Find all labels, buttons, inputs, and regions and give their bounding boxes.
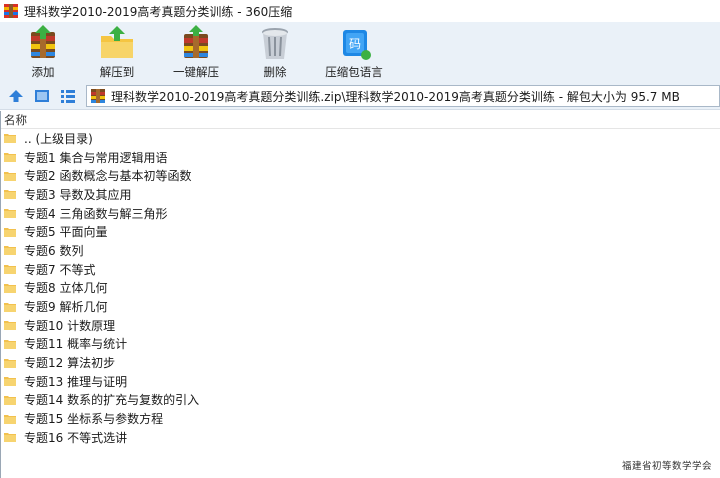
thumbnail-view-button[interactable] bbox=[32, 86, 52, 106]
folder-icon bbox=[4, 321, 16, 331]
folder-icon bbox=[4, 433, 16, 443]
folder-icon bbox=[4, 414, 16, 424]
window-title: 理科数学2010-2019高考真题分类训练 - 360压缩 bbox=[24, 4, 293, 19]
watermark-text: 福建省初等数学学会 bbox=[621, 461, 712, 472]
file-list: .. (上级目录) 专题1 集合与常用逻辑用语 专题2 函数概念与基本初等函数 … bbox=[0, 129, 720, 447]
folder-icon bbox=[4, 246, 16, 256]
list-item-name: 专题4 三角函数与解三角形 bbox=[24, 206, 168, 221]
up-arrow-icon bbox=[9, 89, 23, 102]
list-item[interactable]: 专题3 导数及其应用 bbox=[0, 185, 720, 204]
list-item[interactable]: 专题1 集合与常用逻辑用语 bbox=[0, 148, 720, 167]
list-view-icon bbox=[61, 89, 75, 103]
add-label: 添加 bbox=[31, 65, 55, 79]
column-header-name[interactable]: 名称 bbox=[0, 111, 720, 129]
list-item-name: 专题1 集合与常用逻辑用语 bbox=[24, 150, 168, 165]
folder-icon bbox=[4, 265, 16, 275]
add-icon bbox=[31, 25, 55, 58]
encoding-icon: 码 bbox=[343, 30, 371, 60]
list-item-name: 专题9 解析几何 bbox=[24, 300, 108, 315]
list-item[interactable]: 专题9 解析几何 bbox=[0, 297, 720, 316]
list-item[interactable]: 专题5 平面向量 bbox=[0, 222, 720, 241]
folder-icon bbox=[4, 283, 16, 293]
folder-icon bbox=[4, 339, 16, 349]
address-field[interactable]: 理科数学2010-2019高考真题分类训练.zip\理科数学2010-2019高… bbox=[86, 85, 720, 107]
list-item-name: 专题8 立体几何 bbox=[24, 281, 108, 296]
list-item[interactable]: 专题16 不等式选讲 bbox=[0, 428, 720, 447]
list-item[interactable]: 专题10 计数原理 bbox=[0, 316, 720, 335]
encoding-button[interactable]: 码 压缩包语言 bbox=[314, 22, 394, 82]
one-click-extract-button[interactable]: 一键解压 bbox=[156, 22, 236, 82]
list-item-name: 专题6 数列 bbox=[24, 243, 84, 258]
address-bar: 理科数学2010-2019高考真题分类训练.zip\理科数学2010-2019高… bbox=[0, 82, 720, 110]
list-item[interactable]: 专题13 推理与证明 bbox=[0, 372, 720, 391]
list-item-name: .. (上级目录) bbox=[24, 131, 93, 146]
list-item[interactable]: 专题4 三角函数与解三角形 bbox=[0, 204, 720, 223]
trash-icon bbox=[262, 28, 288, 59]
address-path: 理科数学2010-2019高考真题分类训练.zip\理科数学2010-2019高… bbox=[111, 89, 680, 104]
encoding-label: 压缩包语言 bbox=[325, 65, 383, 79]
list-item-name: 专题5 平面向量 bbox=[24, 225, 108, 240]
folder-icon bbox=[4, 302, 16, 312]
folder-icon bbox=[4, 377, 16, 387]
folder-icon bbox=[4, 153, 16, 163]
list-item-name: 专题15 坐标系与参数方程 bbox=[24, 412, 164, 427]
list-item[interactable]: 专题7 不等式 bbox=[0, 260, 720, 279]
list-item[interactable]: 专题6 数列 bbox=[0, 241, 720, 260]
folder-icon bbox=[4, 134, 16, 144]
list-item-name: 专题2 函数概念与基本初等函数 bbox=[24, 169, 192, 184]
list-item-parent-dir[interactable]: .. (上级目录) bbox=[0, 129, 720, 148]
folder-icon bbox=[4, 227, 16, 237]
list-item[interactable]: 专题12 算法初步 bbox=[0, 353, 720, 372]
list-view-button[interactable] bbox=[58, 86, 78, 106]
folder-icon bbox=[4, 395, 16, 405]
list-item-name: 专题12 算法初步 bbox=[24, 356, 116, 371]
app-icon bbox=[4, 4, 18, 18]
list-item[interactable]: 专题14 数系的扩充与复数的引入 bbox=[0, 391, 720, 410]
list-item-name: 专题11 概率与统计 bbox=[24, 337, 128, 352]
list-item-name: 专题10 计数原理 bbox=[24, 318, 116, 333]
title-bar: 理科数学2010-2019高考真题分类训练 - 360压缩 bbox=[0, 0, 720, 22]
list-item-name: 专题3 导数及其应用 bbox=[24, 187, 132, 202]
list-item-name: 专题14 数系的扩充与复数的引入 bbox=[24, 393, 200, 408]
zip-archive-icon bbox=[91, 89, 105, 103]
thumbnail-view-icon bbox=[35, 89, 49, 102]
column-name-label: 名称 bbox=[4, 112, 27, 127]
list-item[interactable]: 专题11 概率与统计 bbox=[0, 335, 720, 354]
list-item-name: 专题7 不等式 bbox=[24, 262, 96, 277]
extract-folder-icon bbox=[101, 26, 133, 58]
folder-icon bbox=[4, 190, 16, 200]
delete-label: 删除 bbox=[263, 65, 287, 79]
folder-icon bbox=[4, 171, 16, 181]
one-click-extract-label: 一键解压 bbox=[173, 65, 219, 79]
list-item-name: 专题16 不等式选讲 bbox=[24, 430, 128, 445]
list-item[interactable]: 专题2 函数概念与基本初等函数 bbox=[0, 166, 720, 185]
list-item[interactable]: 专题15 坐标系与参数方程 bbox=[0, 409, 720, 428]
folder-icon bbox=[4, 358, 16, 368]
list-item[interactable]: 专题8 立体几何 bbox=[0, 279, 720, 298]
delete-button[interactable]: 删除 bbox=[240, 22, 310, 82]
toolbar: 添加 解压到 一键解压 删除 码 压缩包语言 bbox=[0, 22, 720, 82]
one-click-extract-icon bbox=[184, 25, 208, 58]
svg-text:码: 码 bbox=[349, 37, 361, 51]
extract-to-label: 解压到 bbox=[99, 65, 135, 79]
folder-icon bbox=[4, 209, 16, 219]
up-level-button[interactable] bbox=[6, 86, 26, 106]
extract-to-button[interactable]: 解压到 bbox=[82, 22, 152, 82]
list-item-name: 专题13 推理与证明 bbox=[24, 374, 128, 389]
add-button[interactable]: 添加 bbox=[8, 22, 78, 82]
